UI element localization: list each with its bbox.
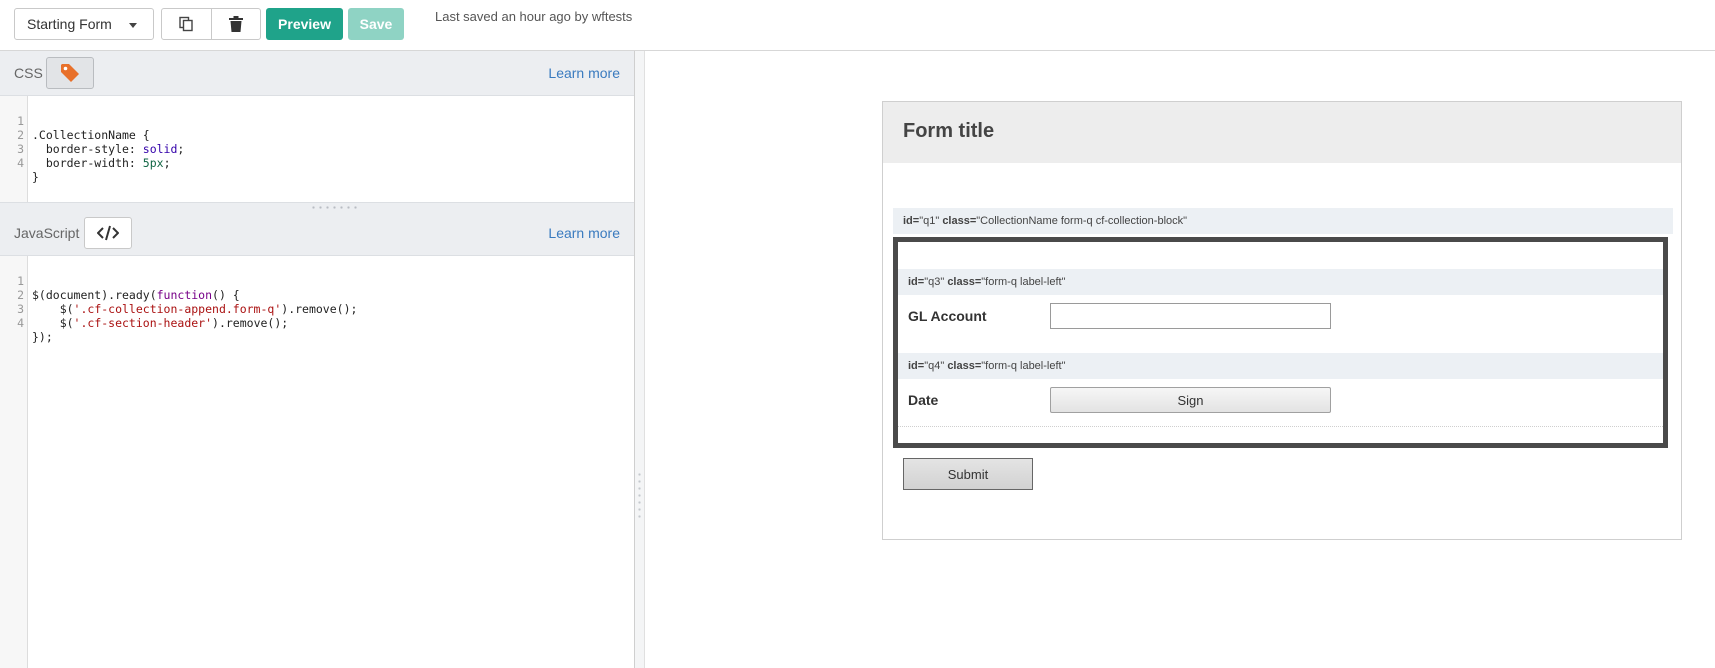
code-editor-pane: CSS Learn more 1 .CollectionName { 2 bor… <box>0 51 635 668</box>
sign-button[interactable]: Sign <box>1050 387 1331 413</box>
css-code-line: 2 border-style: solid; <box>17 128 185 156</box>
pane-split-handle[interactable] <box>635 51 645 668</box>
js-learn-more-link[interactable]: Learn more <box>548 225 620 241</box>
form-selector-label: Starting Form <box>27 16 112 32</box>
copy-button[interactable] <box>162 9 211 39</box>
gl-account-input[interactable] <box>1050 303 1331 329</box>
submit-button[interactable]: Submit <box>903 458 1033 490</box>
date-label: Date <box>908 392 939 408</box>
q1-id-bar: id="q1" class="CollectionName form-q cf-… <box>893 208 1673 234</box>
css-code-line: 1 .CollectionName { <box>17 114 150 142</box>
copy-icon <box>179 16 193 32</box>
saved-status-text: Last saved an hour ago by wftests <box>435 9 633 24</box>
form-actions-group <box>161 8 261 40</box>
css-panel-header: CSS Learn more <box>0 51 634 96</box>
drag-grip-icon <box>638 471 641 521</box>
tag-icon <box>61 64 79 82</box>
collection-block: id="q3" class="form-q label-left" GL Acc… <box>893 237 1668 448</box>
delete-button[interactable] <box>210 9 261 39</box>
code-icon <box>97 225 119 241</box>
js-code-line: 1 $(document).ready(function() { <box>17 274 240 302</box>
js-panel-label: JavaScript <box>14 225 80 241</box>
js-code-line: 4 }); <box>17 316 53 344</box>
js-toggle-button[interactable] <box>84 217 132 249</box>
css-panel-label: CSS <box>14 65 43 81</box>
preview-button[interactable]: Preview <box>266 8 343 40</box>
css-code-line: 4 } <box>17 156 39 184</box>
drag-grip-icon <box>310 206 360 209</box>
css-learn-more-link[interactable]: Learn more <box>548 65 620 81</box>
css-code-line: 3 border-width: 5px; <box>17 142 171 170</box>
form-title-bar: Form title <box>883 102 1681 163</box>
top-toolbar: Starting Form Preview Save Last saved an… <box>0 0 1715 51</box>
divider <box>898 426 1663 427</box>
gl-account-label: GL Account <box>908 308 987 324</box>
js-panel-header: JavaScript Learn more <box>0 211 634 256</box>
form-title: Form title <box>903 120 995 142</box>
form-preview: Form title id="q1" class="CollectionName… <box>882 101 1682 540</box>
css-code-editor[interactable]: 1 .CollectionName { 2 border-style: soli… <box>0 96 634 202</box>
js-code-editor[interactable]: 1 $(document).ready(function() { 2 $('.c… <box>0 256 634 668</box>
trash-icon <box>228 16 243 32</box>
css-toggle-button[interactable] <box>46 57 94 89</box>
js-code-line: 3 $('.cf-section-header').remove(); <box>17 302 289 330</box>
q4-id-bar: id="q4" class="form-q label-left" <box>898 353 1663 379</box>
form-selector-dropdown[interactable]: Starting Form <box>14 8 154 40</box>
save-button[interactable]: Save <box>348 8 404 40</box>
js-code-line: 2 $('.cf-collection-append.form-q').remo… <box>17 288 358 316</box>
chevron-down-icon <box>129 23 137 28</box>
q3-id-bar: id="q3" class="form-q label-left" <box>898 269 1663 295</box>
